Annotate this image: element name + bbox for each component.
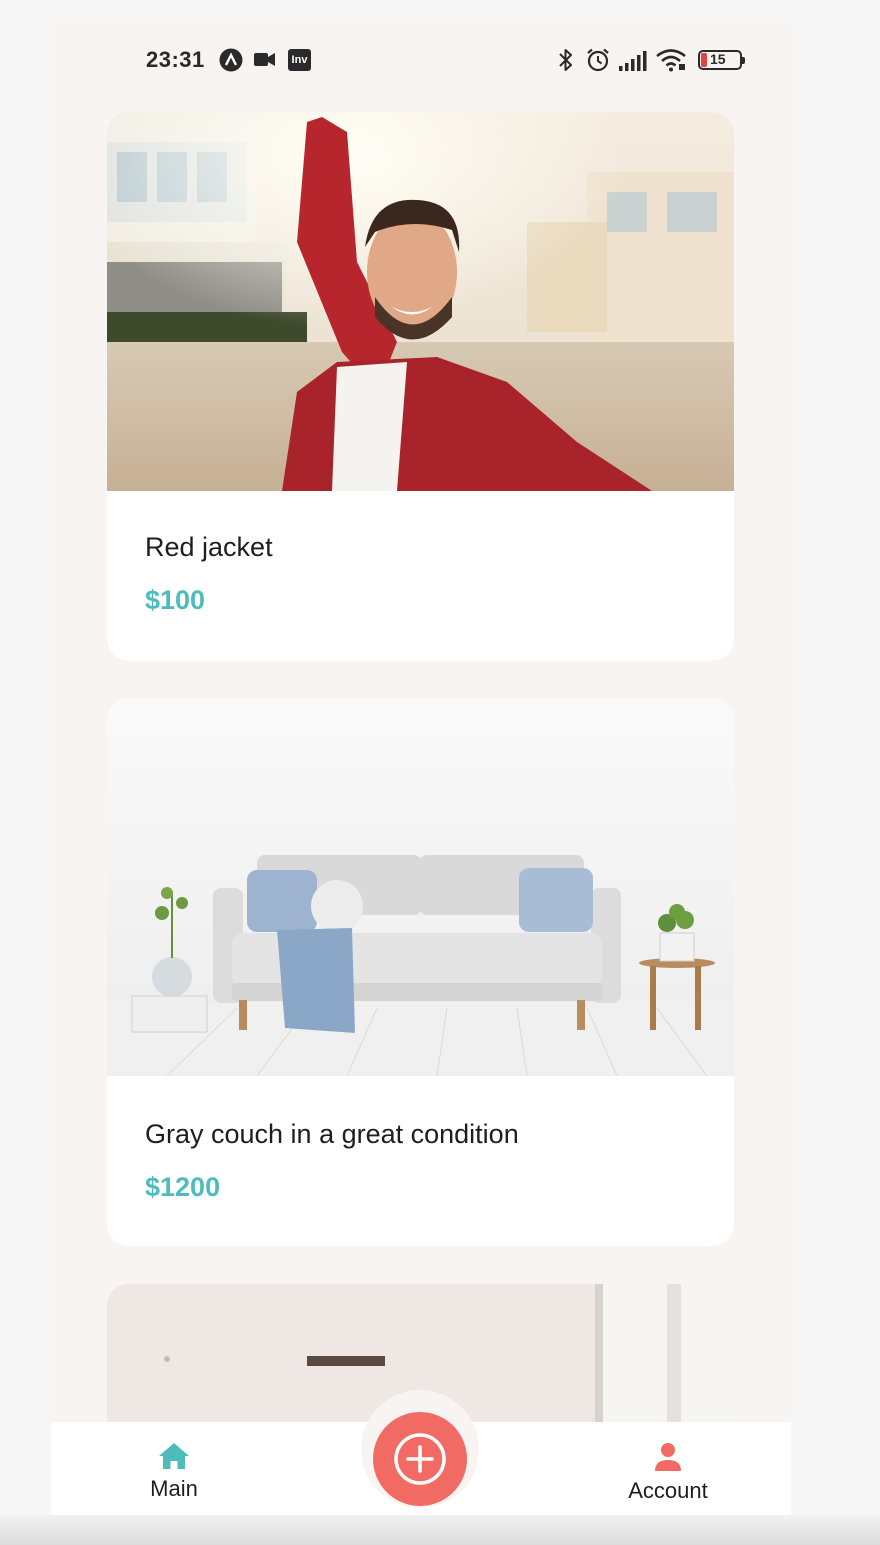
app-a-icon	[219, 48, 243, 72]
plus-icon	[394, 1433, 446, 1485]
nav-account-label: Account	[628, 1478, 708, 1503]
bluetooth-icon	[559, 49, 572, 71]
person-icon	[655, 1443, 681, 1471]
video-camera-icon	[254, 53, 275, 66]
listing-card[interactable]: Gray couch in a great condition $1200	[107, 698, 734, 1246]
listing-image-red-jacket	[107, 112, 734, 491]
add-listing-button[interactable]	[373, 1412, 467, 1506]
listing-title: Gray couch in a great condition	[145, 1119, 519, 1149]
nav-account[interactable]: Account	[619, 1442, 717, 1504]
listing-image-gray-couch	[107, 698, 734, 1076]
man-red-jacket-selfie-photo	[107, 112, 734, 491]
app-screen: 23:31 Inv 15 Red jacket $100 Gray couch …	[51, 18, 791, 1545]
battery-tip	[742, 57, 745, 64]
signal-icon	[619, 51, 647, 71]
status-time: 23:31	[146, 47, 205, 72]
nav-main[interactable]: Main	[141, 1442, 207, 1502]
alarm-icon	[587, 48, 609, 72]
listing-card[interactable]: Red jacket $100	[107, 112, 734, 661]
listing-title: Red jacket	[145, 532, 273, 562]
battery-fill	[701, 53, 707, 67]
wifi-icon	[656, 49, 686, 72]
status-bar: 23:31 Inv 15	[51, 18, 791, 102]
inv-app-icon: Inv	[288, 49, 311, 71]
screen-bottom-edge	[0, 1515, 880, 1545]
nav-main-label: Main	[150, 1476, 198, 1501]
battery-level: 15	[710, 51, 726, 67]
battery-icon: 15	[698, 50, 745, 70]
listing-price: $1200	[145, 1172, 221, 1202]
listing-price: $100	[145, 585, 206, 615]
inv-app-label: Inv	[291, 54, 308, 66]
home-icon	[159, 1443, 189, 1469]
gray-couch-living-room-photo	[107, 698, 734, 1076]
